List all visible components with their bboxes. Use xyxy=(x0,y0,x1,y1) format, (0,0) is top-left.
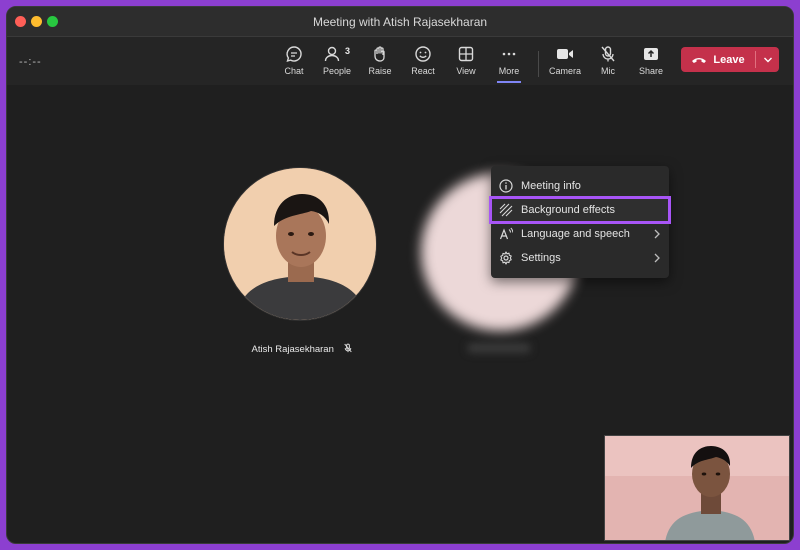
toolbar-divider xyxy=(538,51,539,77)
menu-item-language-and-speech[interactable]: Language and speech xyxy=(491,222,669,246)
mic-off-icon xyxy=(343,343,352,353)
chat-button[interactable]: Chat xyxy=(272,43,316,81)
menu-item-label: Meeting info xyxy=(521,180,581,192)
menu-item-meeting-info[interactable]: Meeting info xyxy=(491,174,669,198)
chat-icon xyxy=(286,46,302,63)
react-label: React xyxy=(411,66,435,76)
smiley-icon xyxy=(415,46,431,62)
menu-item-settings[interactable]: Settings xyxy=(491,246,669,270)
self-video-preview[interactable] xyxy=(604,435,790,541)
people-button[interactable]: 3 People xyxy=(315,43,359,81)
title-bar: Meeting with Atish Rajasekharan xyxy=(7,7,793,37)
menu-item-label: Settings xyxy=(521,252,561,264)
mic-label: Mic xyxy=(601,66,615,76)
more-menu: Meeting info Background effects Language… xyxy=(489,166,671,278)
leave-options-button[interactable] xyxy=(756,47,779,72)
leave-button[interactable]: Leave xyxy=(681,47,755,72)
react-button[interactable]: React xyxy=(401,43,445,81)
meeting-timer: --:-- xyxy=(19,56,42,68)
participant-photo xyxy=(224,168,376,320)
chevron-down-icon xyxy=(763,57,772,62)
phone-hangup-icon xyxy=(692,57,707,63)
meeting-toolbar: --:-- Chat 3 People Raise React View Mor… xyxy=(7,37,793,85)
hand-icon xyxy=(374,46,385,62)
camera-icon xyxy=(557,49,573,59)
share-label: Share xyxy=(638,66,664,76)
gear-icon xyxy=(500,251,512,265)
leave-label: Leave xyxy=(713,53,745,66)
window-title: Meeting with Atish Rajasekharan xyxy=(312,15,488,29)
menu-item-label: Language and speech xyxy=(521,228,630,240)
people-label: People xyxy=(322,66,352,76)
participant-video-atish[interactable] xyxy=(223,167,377,321)
mic-off-icon xyxy=(601,46,615,62)
camera-label: Camera xyxy=(548,66,581,76)
mic-button[interactable]: Mic xyxy=(586,43,630,81)
info-icon xyxy=(499,179,513,193)
chevron-right-icon xyxy=(654,253,660,263)
chevron-right-icon xyxy=(654,229,660,239)
view-button[interactable]: View xyxy=(444,43,488,81)
share-icon xyxy=(644,48,658,60)
people-count-badge: 3 xyxy=(345,46,351,56)
language-icon xyxy=(499,227,513,240)
participant-name-blurred xyxy=(467,343,531,353)
menu-item-background-effects[interactable]: Background effects xyxy=(489,196,671,224)
menu-item-label: Background effects xyxy=(521,204,615,216)
more-button[interactable]: More xyxy=(487,43,531,83)
background-effects-icon xyxy=(499,203,513,217)
participant-name: Atish Rajasekharan xyxy=(251,344,334,355)
more-active-indicator xyxy=(497,81,521,83)
raise-hand-button[interactable]: Raise xyxy=(358,43,402,81)
view-label: View xyxy=(456,66,476,76)
camera-button[interactable]: Camera xyxy=(543,43,587,81)
share-button[interactable]: Share xyxy=(629,43,673,81)
ellipsis-icon xyxy=(502,52,516,56)
more-label: More xyxy=(498,66,520,76)
participant-name-label: Atish Rajasekharan xyxy=(227,343,377,355)
chat-label: Chat xyxy=(284,66,304,76)
self-video-image xyxy=(605,436,789,540)
grid-view-icon xyxy=(458,46,474,62)
meeting-window: Meeting with Atish Rajasekharan --:-- Ch… xyxy=(6,6,794,544)
raise-label: Raise xyxy=(368,66,392,76)
leave-button-group: Leave xyxy=(681,47,779,72)
